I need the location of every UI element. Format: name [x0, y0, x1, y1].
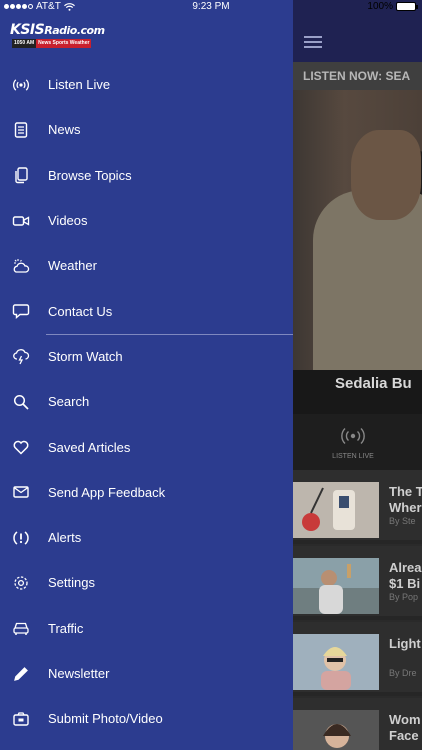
menu-item-label: Browse Topics: [48, 167, 132, 183]
broadcast-icon: [341, 428, 365, 444]
app-logo: KSISRadio.com 1050 AM News Sports Weather: [10, 22, 105, 48]
menu-item-alerts[interactable]: Alerts: [0, 515, 293, 560]
menu-item-label: Listen Live: [48, 77, 111, 93]
tab-listen-live-label: LISTEN LIVE: [332, 453, 374, 460]
menu-item-traffic[interactable]: Traffic: [0, 606, 293, 651]
navigation-drawer: KSISRadio.com 1050 AM News Sports Weather…: [0, 0, 293, 750]
menu-item-label: Storm Watch: [48, 348, 123, 364]
storm-cloud-icon: [12, 347, 30, 365]
list-item[interactable]: Light By Dre: [293, 622, 422, 696]
gear-icon: [12, 574, 30, 592]
menu-item-label: Videos: [48, 213, 88, 229]
broadcast-icon: [12, 76, 30, 94]
article-thumbnail: [293, 482, 379, 538]
hero-caption[interactable]: Sedalia Bu: [293, 370, 422, 414]
list-item[interactable]: Alrea $1 Bi By Pop: [293, 546, 422, 620]
menu-item-contact-us[interactable]: Contact Us: [0, 288, 293, 333]
list-item[interactable]: The T Wher By Ste: [293, 470, 422, 544]
menu-item-browse-topics[interactable]: Browse Topics: [0, 153, 293, 198]
article-byline: By Dre: [389, 668, 417, 678]
video-camera-icon: [12, 212, 30, 230]
menu-item-news[interactable]: News: [0, 107, 293, 152]
article-title: Light: [389, 636, 421, 651]
battery-icon: [396, 2, 418, 11]
drawer-menu: Listen Live News Browse Topics Videos We…: [0, 62, 293, 741]
menu-item-videos[interactable]: Videos: [0, 198, 293, 243]
hamburger-menu-icon[interactable]: [304, 36, 322, 48]
status-bar: AT&T 9:23 PM 100%: [0, 0, 422, 14]
menu-item-settings[interactable]: Settings: [0, 560, 293, 605]
menu-item-label: Saved Articles: [48, 439, 131, 455]
menu-item-label: Alerts: [48, 530, 82, 546]
camera-icon: [12, 710, 30, 728]
alert-icon: [12, 529, 30, 547]
article-title: Alrea $1 Bi: [389, 560, 422, 591]
menu-item-newsletter[interactable]: Newsletter: [0, 651, 293, 696]
status-right: 100%: [367, 1, 418, 12]
menu-item-label: Contact Us: [48, 303, 113, 319]
article-title: Wom Face: [389, 712, 421, 743]
menu-item-saved-articles[interactable]: Saved Articles: [0, 424, 293, 469]
menu-item-label: Settings: [48, 575, 95, 591]
status-time: 9:23 PM: [192, 1, 230, 12]
car-icon: [12, 619, 30, 637]
envelope-icon: [12, 483, 30, 501]
menu-item-label: Weather: [48, 258, 97, 274]
article-title: The T Wher: [389, 484, 422, 515]
partly-cloudy-icon: [12, 257, 30, 275]
article-byline: By Ste: [389, 516, 416, 526]
hero-image[interactable]: [293, 90, 422, 370]
tab-bar: LISTEN LIVE: [293, 414, 422, 470]
article-thumbnail: [293, 634, 379, 690]
menu-item-storm-watch[interactable]: Storm Watch: [0, 334, 293, 379]
menu-item-send-app-feedback[interactable]: Send App Feedback: [0, 470, 293, 515]
tab-listen-live[interactable]: LISTEN LIVE: [323, 426, 383, 460]
menu-item-search[interactable]: Search: [0, 379, 293, 424]
menu-item-label: Traffic: [48, 620, 84, 636]
copy-icon: [12, 166, 30, 184]
listen-now-banner[interactable]: LISTEN NOW: SEA: [293, 62, 422, 90]
list-item[interactable]: Wom Face: [293, 698, 422, 750]
menu-item-label: Search: [48, 394, 90, 410]
battery-percent: 100%: [367, 1, 393, 12]
menu-item-submit-photo-video[interactable]: Submit Photo/Video: [0, 696, 293, 741]
article-list: The TWher By Ste Alrea$1 Bi By Pop Lig: [293, 470, 422, 750]
article-thumbnail: [293, 710, 379, 750]
article-byline: By Pop: [389, 592, 419, 602]
article-thumbnail: [293, 558, 379, 614]
menu-item-label: Send App Feedback: [48, 484, 166, 500]
document-icon: [12, 121, 30, 139]
menu-item-label: News: [48, 122, 81, 138]
menu-item-listen-live[interactable]: Listen Live: [0, 62, 293, 107]
menu-item-label: Submit Photo/Video: [48, 711, 163, 727]
main-content: LISTEN NOW: SEA Sedalia Bu LISTEN LIVE T…: [293, 0, 422, 750]
heart-icon: [12, 438, 30, 456]
menu-divider: [46, 334, 293, 335]
menu-item-label: Newsletter: [48, 666, 110, 681]
chat-bubble-icon: [12, 302, 30, 320]
menu-item-weather[interactable]: Weather: [0, 243, 293, 288]
search-icon: [12, 393, 30, 411]
pencil-icon: [12, 665, 30, 683]
